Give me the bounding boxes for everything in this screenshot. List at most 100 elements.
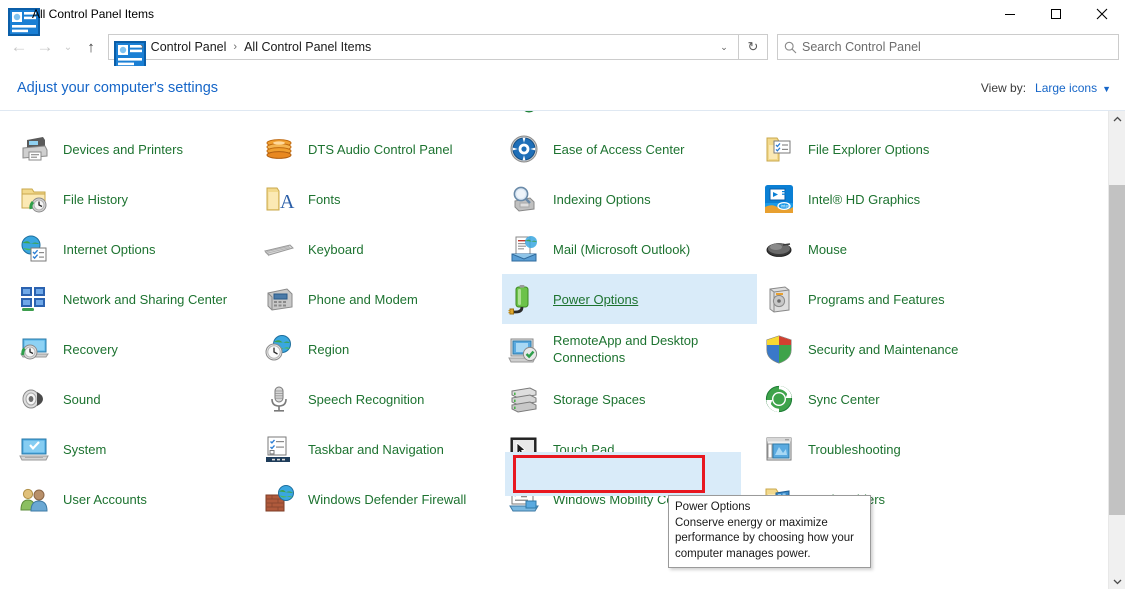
control-panel-icon — [8, 6, 24, 22]
control-panel-item[interactable]: Storage Spaces — [502, 374, 757, 424]
chevron-up-icon-scroll[interactable] — [1109, 111, 1125, 128]
items-area: Credential Manager Date and Time Default… — [0, 110, 1125, 589]
control-panel-item[interactable]: Device Manager — [757, 110, 1119, 124]
control-panel-item-label: System — [63, 441, 106, 458]
control-panel-item[interactable]: Windows Defender Firewall — [257, 474, 502, 524]
control-panel-item[interactable]: Security and Maintenance — [757, 324, 1119, 374]
control-panel-item[interactable]: Ease of Access Center — [502, 124, 757, 174]
control-panel-item[interactable]: RemoteApp and Desktop Connections — [502, 324, 757, 374]
control-panel-item-label: Storage Spaces — [553, 391, 646, 408]
control-panel-item-label: Region — [308, 341, 349, 358]
control-panel-item[interactable]: Sound — [12, 374, 257, 424]
control-panel-item[interactable]: Troubleshooting — [757, 424, 1119, 474]
power-options-icon — [508, 283, 540, 315]
power-options-selection-highlight — [505, 452, 741, 496]
control-panel-item[interactable]: DTS Audio Control Panel — [257, 124, 502, 174]
page-title: Adjust your computer's settings — [17, 80, 218, 96]
control-panel-item[interactable]: Phone and Modem — [257, 274, 502, 324]
control-panel-item[interactable]: System — [12, 424, 257, 474]
search-placeholder: Search Control Panel — [802, 40, 921, 54]
mouse-icon — [763, 233, 795, 265]
control-panel-item[interactable]: Programs and Features — [757, 274, 1119, 324]
control-panel-item[interactable]: Indexing Options — [502, 174, 757, 224]
control-panel-item-label: Devices and Printers — [63, 141, 183, 158]
view-by-control[interactable]: View by: Large icons ▼ — [981, 81, 1111, 95]
recovery-icon — [18, 333, 50, 365]
control-panel-item[interactable]: File History — [12, 174, 257, 224]
device-manager-icon — [763, 110, 795, 115]
window-title: All Control Panel Items — [32, 7, 154, 21]
search-icon — [778, 41, 802, 54]
search-input[interactable]: Search Control Panel — [777, 34, 1119, 60]
control-panel-item[interactable]: Region — [257, 324, 502, 374]
control-panel-item[interactable]: Sync Center — [757, 374, 1119, 424]
breadcrumb-control-panel[interactable]: Control Panel — [148, 40, 230, 54]
control-panel-item-label: Internet Options — [63, 241, 156, 258]
control-panel-item-label: Sound — [63, 391, 101, 408]
breadcrumb-separator-2: › — [229, 41, 241, 53]
control-panel-item-label: Phone and Modem — [308, 291, 418, 308]
arrow-up-icon[interactable]: ↑ — [78, 33, 104, 61]
refresh-icon[interactable]: ↻ — [738, 34, 768, 60]
control-panel-item[interactable]: intelIntel® HD Graphics — [757, 174, 1119, 224]
svg-text:A: A — [280, 191, 295, 213]
fonts-icon: A — [263, 183, 295, 215]
control-panel-item-label: Sync Center — [808, 391, 880, 408]
storage-spaces-icon — [508, 383, 540, 415]
control-panel-item-label: Windows Defender Firewall — [308, 491, 466, 508]
intel-hd-graphics-icon: intel — [763, 183, 795, 215]
view-by-value[interactable]: Large icons — [1035, 81, 1097, 95]
mail-outlook-icon — [508, 233, 540, 265]
control-panel-item-label: Indexing Options — [553, 191, 651, 208]
date-and-time-icon — [263, 110, 295, 115]
breadcrumb-separator: › — [136, 41, 148, 53]
vertical-scrollbar[interactable] — [1108, 111, 1125, 589]
control-panel-item[interactable]: AFonts — [257, 174, 502, 224]
control-panel-item[interactable]: Recovery — [12, 324, 257, 374]
chevron-down-icon-history[interactable]: ⌄ — [58, 33, 78, 61]
tooltip-body: Conserve energy or maximize performance … — [675, 516, 864, 563]
control-panel-item[interactable]: Network and Sharing Center — [12, 274, 257, 324]
caret-down-icon[interactable]: ▼ — [1102, 84, 1111, 94]
control-panel-item[interactable]: Credential Manager — [12, 110, 257, 124]
control-panel-item-label: RemoteApp and Desktop Connections — [553, 332, 728, 366]
control-panel-item[interactable]: Taskbar and Navigation — [257, 424, 502, 474]
sub-header: Adjust your computer's settings View by:… — [0, 66, 1125, 110]
scrollbar-track-upper[interactable] — [1109, 128, 1125, 185]
phone-and-modem-icon — [263, 283, 295, 315]
control-panel-icon-address — [114, 39, 130, 55]
control-panel-item[interactable]: Devices and Printers — [12, 124, 257, 174]
control-panel-item-label: Programs and Features — [808, 291, 945, 308]
control-panel-item[interactable]: Power Options — [502, 274, 757, 324]
control-panel-item[interactable]: Mail (Microsoft Outlook) — [502, 224, 757, 274]
scrollbar-thumb[interactable] — [1109, 185, 1125, 515]
taskbar-navigation-icon — [263, 433, 295, 465]
title-bar: All Control Panel Items — [0, 0, 1125, 28]
control-panel-item[interactable]: User Accounts — [12, 474, 257, 524]
control-panel-item[interactable]: Keyboard — [257, 224, 502, 274]
control-panel-item-label: Mail (Microsoft Outlook) — [553, 241, 690, 258]
control-panel-item-label: Ease of Access Center — [553, 141, 685, 158]
chevron-down-icon-address[interactable]: ⌄ — [710, 35, 738, 59]
ease-of-access-icon — [508, 133, 540, 165]
system-icon — [18, 433, 50, 465]
control-panel-item[interactable]: Internet Options — [12, 224, 257, 274]
minimize-button[interactable] — [987, 0, 1033, 28]
control-panel-item[interactable]: Default Programs — [502, 110, 757, 124]
speech-recognition-icon — [263, 383, 295, 415]
control-panel-item[interactable]: Speech Recognition — [257, 374, 502, 424]
breadcrumb-all-control-panel-items[interactable]: All Control Panel Items — [241, 40, 374, 54]
control-panel-item[interactable]: Date and Time — [257, 110, 502, 124]
maximize-button[interactable] — [1033, 0, 1079, 28]
indexing-options-icon — [508, 183, 540, 215]
window-controls — [987, 0, 1125, 28]
address-bar[interactable]: › Control Panel › All Control Panel Item… — [108, 34, 739, 60]
control-panel-item-label: Keyboard — [308, 241, 364, 258]
close-button[interactable] — [1079, 0, 1125, 28]
control-panel-item[interactable]: Mouse — [757, 224, 1119, 274]
default-programs-icon — [508, 110, 540, 115]
control-panel-item[interactable]: File Explorer Options — [757, 124, 1119, 174]
control-panel-item-label: File Explorer Options — [808, 141, 929, 158]
view-by-label: View by: — [981, 81, 1026, 95]
chevron-down-icon-scroll[interactable] — [1109, 573, 1125, 589]
